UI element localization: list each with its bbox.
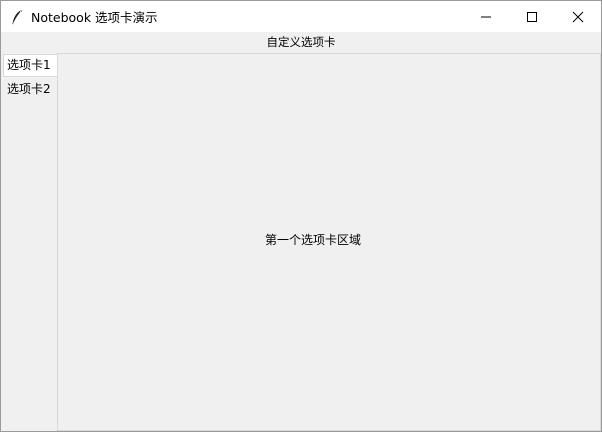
title-bar[interactable]: Notebook 选项卡演示	[1, 1, 601, 32]
minimize-icon	[481, 16, 491, 17]
tab-bar: 选项卡1 选项卡2	[1, 53, 57, 431]
app-window: Notebook 选项卡演示 自定义选项卡 选项卡1 选项卡2 第一个选项卡区域	[0, 0, 602, 432]
maximize-icon	[527, 11, 537, 22]
tab-content-panel: 第一个选项卡区域	[57, 53, 601, 431]
feather-icon	[10, 9, 24, 25]
window-controls	[463, 1, 601, 32]
tab-2[interactable]: 选项卡2	[3, 78, 57, 101]
minimize-button[interactable]	[463, 1, 509, 32]
close-icon	[572, 11, 584, 22]
tab-1[interactable]: 选项卡1	[3, 54, 57, 77]
window-title: Notebook 选项卡演示	[31, 10, 158, 25]
panel-label: 第一个选项卡区域	[264, 232, 361, 247]
notebook-header-label: 自定义选项卡	[1, 32, 601, 53]
maximize-button[interactable]	[509, 1, 555, 32]
close-button[interactable]	[555, 1, 601, 32]
